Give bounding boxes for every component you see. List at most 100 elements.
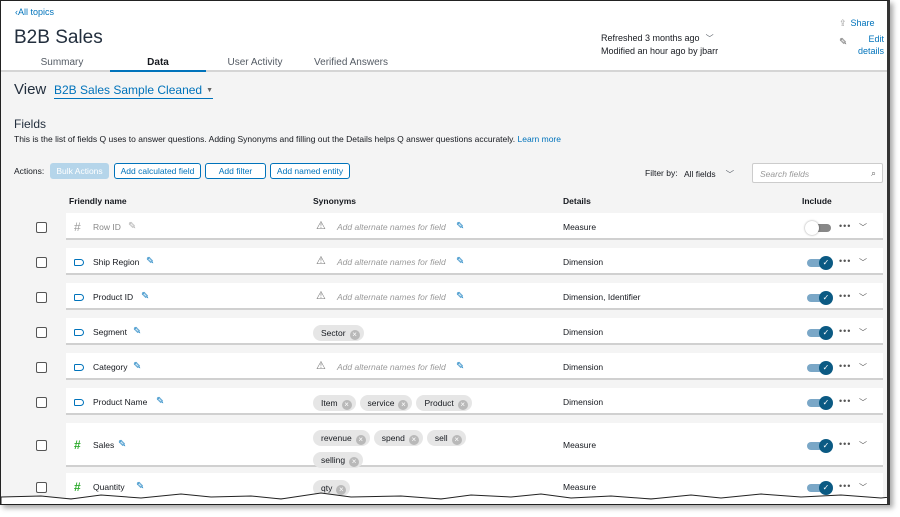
tab-data[interactable]: Data: [110, 57, 206, 72]
field-details: Dimension, Identifier: [563, 292, 641, 302]
table-row: # Row ID ✎ ⚠ Add alternate names for field ✎ M…: [66, 213, 883, 240]
warning-icon: ⚠: [316, 220, 326, 232]
search-input[interactable]: Search fields ⌕: [752, 163, 883, 183]
check-icon: ✓: [819, 326, 833, 340]
expand-row-chevron-icon[interactable]: ﹀: [859, 327, 867, 338]
measure-icon: #: [74, 220, 81, 234]
field-details: Dimension: [563, 327, 604, 337]
fields-description: This is the list of fields Q uses to ans…: [14, 134, 561, 144]
field-name: Product ID: [93, 292, 134, 302]
bulk-actions-button[interactable]: Bulk Actions: [50, 163, 109, 179]
remove-synonym-icon[interactable]: ×: [341, 400, 352, 410]
synonym-placeholder[interactable]: Add alternate names for field: [337, 257, 446, 267]
edit-name-pencil-icon[interactable]: ✎: [118, 439, 126, 450]
more-options-icon[interactable]: •••: [839, 221, 851, 231]
table-row: Ship Region ✎ ⚠ Add alternate names for fie…: [66, 248, 883, 275]
remove-synonym-icon[interactable]: ×: [398, 400, 409, 410]
fields-description-text: This is the list of fields Q uses to ans…: [14, 134, 516, 144]
edit-label-line2: details: [857, 46, 884, 56]
synonym-chips: revenue × spend × sell ×selling ×: [313, 428, 493, 472]
expand-row-chevron-icon[interactable]: ﹀: [859, 397, 867, 408]
more-options-icon[interactable]: •••: [839, 481, 851, 491]
filter-dropdown-value: All fields: [684, 169, 716, 179]
column-header-include: Include: [802, 196, 832, 206]
synonym-chip-label: service: [367, 398, 395, 408]
row-checkbox[interactable]: [36, 440, 47, 451]
back-link[interactable]: ‹All topics: [15, 7, 54, 17]
expand-row-chevron-icon[interactable]: ﹀: [859, 440, 867, 451]
include-toggle[interactable]: [805, 221, 831, 235]
expand-row-chevron-icon[interactable]: ﹀: [859, 362, 867, 373]
edit-details-label: Edit details: [854, 33, 884, 57]
row-checkbox[interactable]: [36, 362, 47, 373]
remove-synonym-icon[interactable]: ×: [408, 435, 419, 445]
synonym-chip: spend ×: [373, 430, 423, 446]
dimension-icon: [74, 259, 84, 266]
add-filter-button[interactable]: Add filter: [205, 163, 266, 179]
row-checkbox[interactable]: [36, 292, 47, 303]
share-button[interactable]: ⇪ Share: [839, 18, 875, 29]
field-details: Measure: [563, 222, 597, 232]
dimension-icon: [74, 364, 84, 371]
edit-synonyms-pencil-icon[interactable]: ✎: [456, 361, 464, 372]
add-named-entity-button[interactable]: Add named entity: [270, 163, 350, 179]
more-options-icon[interactable]: •••: [839, 439, 851, 449]
field-name: Row ID: [93, 222, 121, 232]
synonym-chip: service ×: [359, 395, 413, 411]
include-toggle[interactable]: ✓: [807, 396, 833, 410]
include-toggle[interactable]: ✓: [807, 361, 833, 375]
expand-row-chevron-icon[interactable]: ﹀: [859, 257, 867, 268]
edit-name-pencil-icon[interactable]: ✎: [141, 291, 149, 302]
edit-name-pencil-icon[interactable]: ✎: [133, 326, 141, 337]
synonym-placeholder[interactable]: Add alternate names for field: [337, 222, 446, 232]
pencil-icon: ✎: [839, 37, 848, 48]
table-row: Product ID ✎ ⚠ Add alternate names for fiel…: [66, 283, 883, 310]
row-checkbox[interactable]: [36, 257, 47, 268]
include-toggle[interactable]: ✓: [807, 256, 833, 270]
remove-synonym-icon[interactable]: ×: [451, 435, 462, 445]
tab-user-activity[interactable]: User Activity: [207, 57, 303, 72]
include-toggle[interactable]: ✓: [807, 439, 833, 453]
include-toggle[interactable]: ✓: [807, 291, 833, 305]
tab-summary[interactable]: Summary: [14, 57, 110, 72]
edit-name-pencil-icon[interactable]: ✎: [156, 396, 164, 407]
remove-synonym-icon[interactable]: ×: [457, 400, 468, 410]
expand-row-chevron-icon[interactable]: ﹀: [859, 292, 867, 303]
chevron-down-icon: ﹀: [705, 34, 714, 43]
include-toggle[interactable]: ✓: [807, 326, 833, 340]
edit-name-pencil-icon[interactable]: ✎: [133, 361, 141, 372]
more-options-icon[interactable]: •••: [839, 326, 851, 336]
row-checkbox[interactable]: [36, 397, 47, 408]
learn-more-link[interactable]: Learn more: [518, 134, 561, 144]
synonym-chip-label: selling: [321, 455, 346, 465]
table-row: Category ✎ ⚠ Add alternate names for field ✎…: [66, 353, 883, 380]
edit-synonyms-pencil-icon[interactable]: ✎: [456, 221, 464, 232]
remove-synonym-icon[interactable]: ×: [349, 330, 360, 340]
table-row: Segment ✎ Sector × Dimension ✓ ••• ﹀: [66, 318, 883, 345]
edit-synonyms-pencil-icon[interactable]: ✎: [456, 256, 464, 267]
edit-name-pencil-icon[interactable]: ✎: [146, 256, 154, 267]
add-calculated-field-button[interactable]: Add calculated field: [114, 163, 201, 179]
more-options-icon[interactable]: •••: [839, 361, 851, 371]
synonym-placeholder[interactable]: Add alternate names for field: [337, 292, 446, 302]
edit-synonyms-pencil-icon[interactable]: ✎: [456, 291, 464, 302]
more-options-icon[interactable]: •••: [839, 291, 851, 301]
modified-text: Modified an hour ago by jbarr: [601, 46, 719, 56]
share-label: Share: [850, 18, 875, 28]
synonym-placeholder[interactable]: Add alternate names for field: [337, 362, 446, 372]
field-name: Segment: [93, 327, 128, 337]
synonym-chip-label: Item: [321, 398, 338, 408]
remove-synonym-icon[interactable]: ×: [355, 435, 366, 445]
refresh-status[interactable]: Refreshed 3 months ago ﹀: [601, 32, 718, 45]
edit-name-pencil-icon[interactable]: ✎: [128, 221, 136, 232]
row-checkbox[interactable]: [36, 327, 47, 338]
dataset-dropdown[interactable]: B2B Sales Sample Cleaned ▼: [54, 83, 214, 99]
tab-verified-answers[interactable]: Verified Answers: [303, 57, 399, 72]
more-options-icon[interactable]: •••: [839, 396, 851, 406]
remove-synonym-icon[interactable]: ×: [349, 457, 360, 467]
more-options-icon[interactable]: •••: [839, 256, 851, 266]
filter-dropdown[interactable]: All fields ﹀: [684, 168, 734, 180]
expand-row-chevron-icon[interactable]: ﹀: [859, 222, 867, 233]
synonym-chips: Item × service × Product ×: [313, 393, 493, 415]
row-checkbox[interactable]: [36, 222, 47, 233]
